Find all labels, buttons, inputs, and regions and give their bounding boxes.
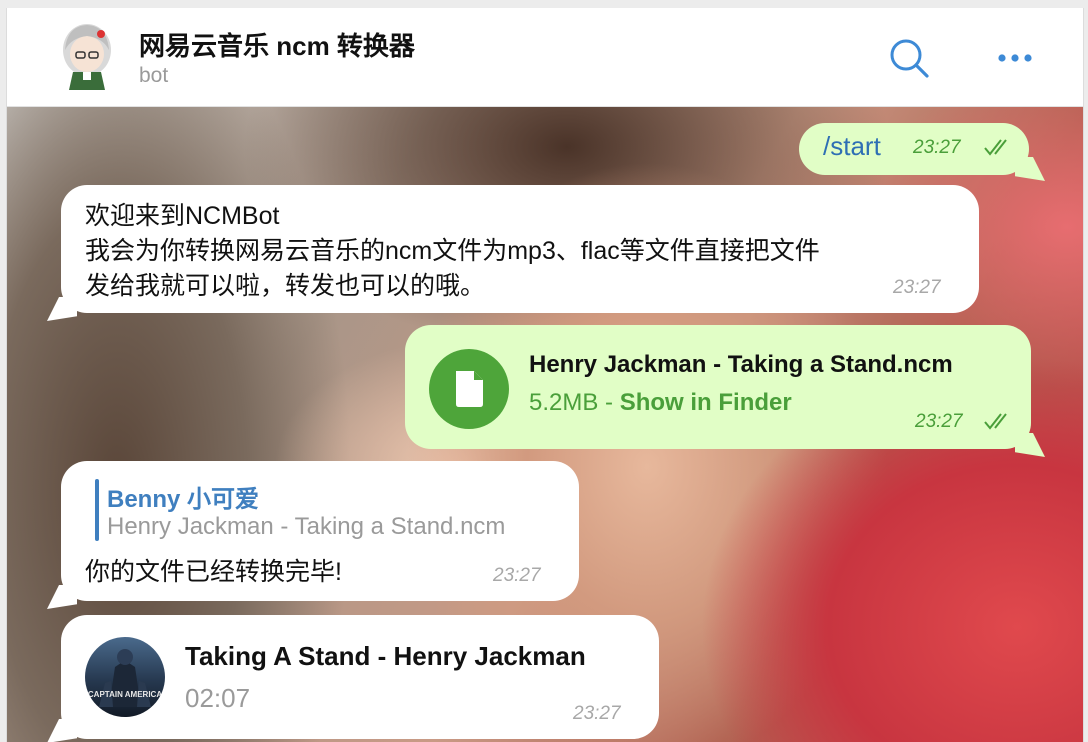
chat-header: 网易云音乐 ncm 转换器 bot <box>7 8 1083 107</box>
cover-text: CAPTAIN AMERICA <box>88 690 162 699</box>
reply-quoted-text[interactable]: Henry Jackman - Taking a Stand.ncm <box>107 513 505 541</box>
message-time: 23:27 <box>913 137 961 158</box>
message-time: 23:27 <box>493 565 541 586</box>
bubble-tail <box>1015 157 1045 181</box>
file-name: Henry Jackman - Taking a Stand.ncm <box>529 351 953 378</box>
search-button[interactable] <box>887 36 931 80</box>
reply-bar <box>95 479 99 541</box>
more-dots-icon <box>998 54 1032 62</box>
chat-subtitle: bot <box>139 64 169 87</box>
bubble-tail <box>47 719 77 742</box>
bubble-tail <box>47 297 77 321</box>
message-time: 23:27 <box>893 277 941 298</box>
more-button[interactable] <box>993 36 1037 80</box>
bubble-tail <box>47 585 77 609</box>
message-start[interactable]: /start 23:27 <box>799 123 1029 175</box>
chat-title: 网易云音乐 ncm 转换器 <box>139 31 415 61</box>
file-meta: 5.2MB - Show in Finder <box>529 389 792 417</box>
audio-duration: 02:07 <box>185 683 251 713</box>
file-meta-separator: - <box>598 389 620 416</box>
telegram-window: 网易云音乐 ncm 转换器 bot /start 23:27 欢迎来到NCMBo… <box>6 8 1084 742</box>
reply-message-text: 你的文件已经转换完毕! <box>85 558 342 586</box>
message-time: 23:27 <box>915 411 963 432</box>
file-size: 5.2MB <box>529 389 599 416</box>
chat-area[interactable]: /start 23:27 欢迎来到NCMBot 我会为你转换网易云音乐的ncm文… <box>7 107 1083 742</box>
message-reply[interactable]: Benny 小可爱 Henry Jackman - Taking a Stand… <box>61 461 579 601</box>
show-in-finder-link[interactable]: Show in Finder <box>620 389 792 416</box>
double-check-icon <box>984 139 1007 156</box>
message-welcome[interactable]: 欢迎来到NCMBot 我会为你转换网易云音乐的ncm文件为mp3、flac等文件… <box>61 185 979 313</box>
command-text[interactable]: /start <box>823 131 881 162</box>
document-icon <box>456 371 483 407</box>
album-cover-image: CAPTAIN AMERICA <box>85 637 165 717</box>
message-audio[interactable]: CAPTAIN AMERICA Taking A Stand - Henry J… <box>61 615 659 739</box>
bubble-tail <box>1015 433 1045 457</box>
file-download-button[interactable] <box>429 349 509 429</box>
welcome-text: 欢迎来到NCMBot 我会为你转换网易云音乐的ncm文件为mp3、flac等文件… <box>85 202 820 300</box>
double-check-icon <box>984 413 1007 430</box>
message-file[interactable]: Henry Jackman - Taking a Stand.ncm 5.2MB… <box>405 325 1031 449</box>
search-icon <box>890 39 929 78</box>
bot-avatar[interactable] <box>57 20 117 92</box>
reply-author[interactable]: Benny 小可爱 <box>107 479 259 514</box>
album-cover-play-button[interactable]: CAPTAIN AMERICA <box>85 637 165 717</box>
audio-title: Taking A Stand - Henry Jackman <box>185 641 586 671</box>
message-time: 23:27 <box>573 703 621 724</box>
